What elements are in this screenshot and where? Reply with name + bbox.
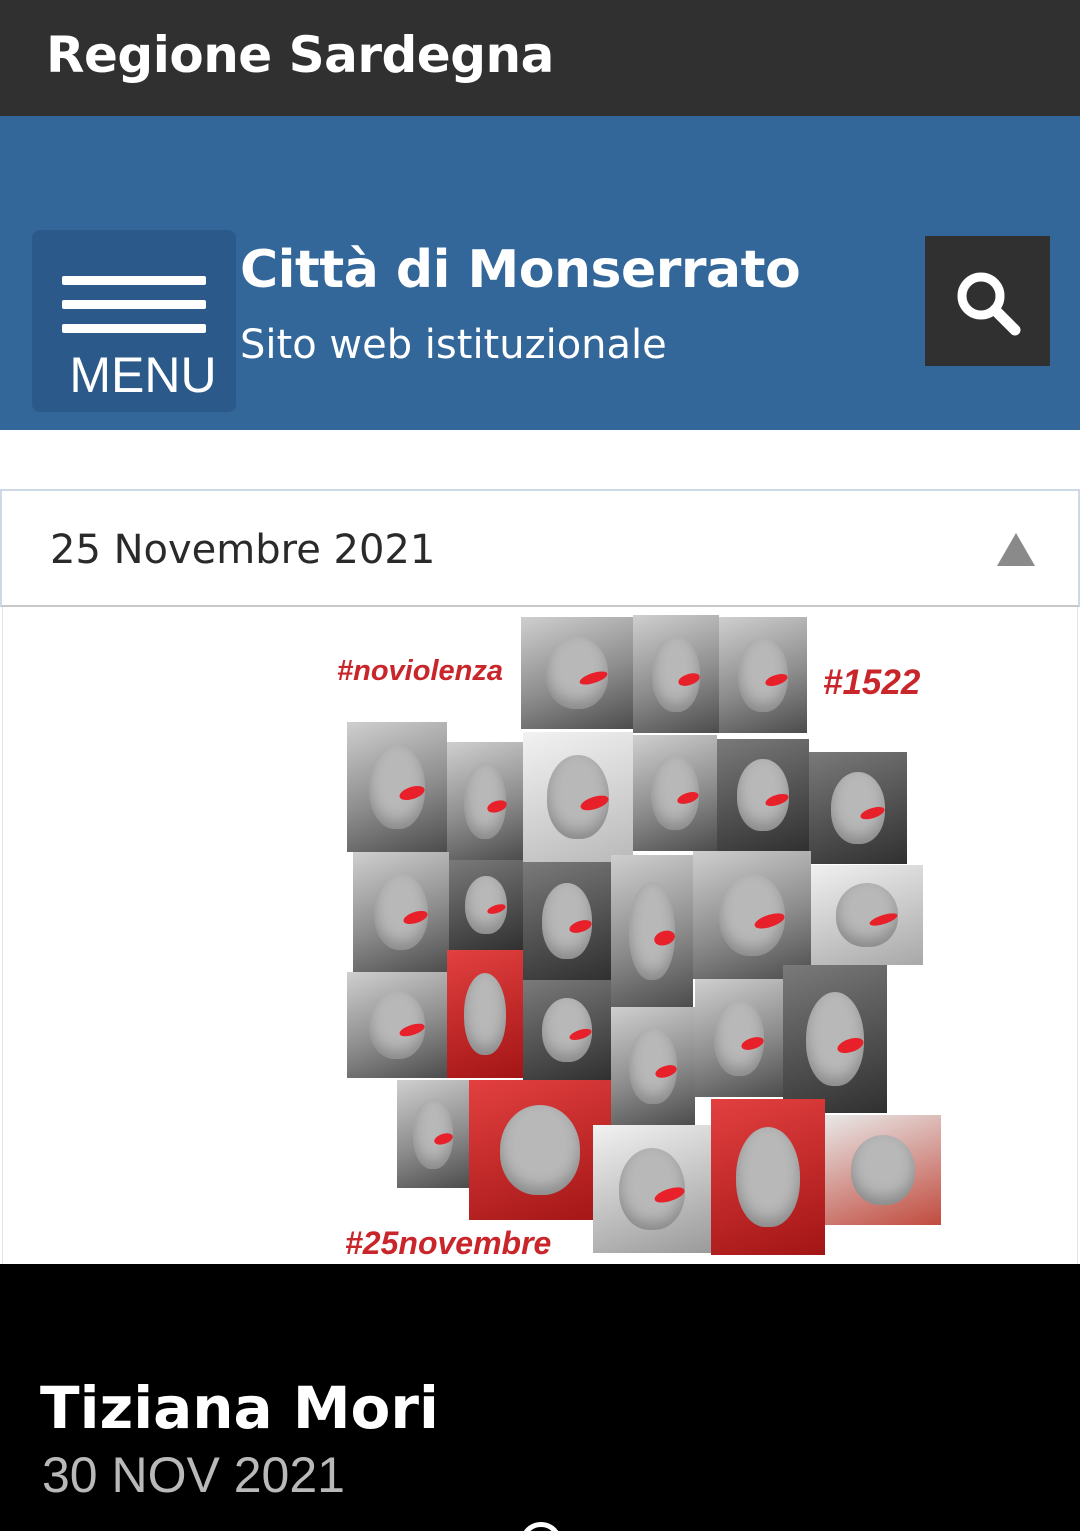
site-title[interactable]: Città di Monserrato: [240, 240, 801, 300]
hamburger-icon-line: [62, 324, 206, 333]
collage-photo: [611, 855, 693, 1007]
top-bar: Regione Sardegna: [0, 0, 1080, 116]
collage-photo: [523, 732, 633, 862]
collage-photo: [633, 615, 719, 733]
menu-label: MENU: [69, 347, 217, 403]
collage-photo: [717, 739, 809, 851]
collage-photo: [521, 617, 633, 729]
collage-photo: [711, 1099, 825, 1255]
collage-photo: [523, 980, 611, 1080]
collage-photo: [449, 860, 523, 950]
collage-photo: [809, 752, 907, 864]
site-header: MENU Città di Monserrato Sito web istitu…: [0, 116, 1080, 430]
collage-photo: [523, 862, 611, 980]
news-author[interactable]: Tiziana Mori: [40, 1374, 439, 1442]
hamburger-icon: [62, 276, 206, 285]
news-image[interactable]: #noviolenza #1522 #25novembre: [2, 607, 1078, 1264]
hashtag-1522: #1522: [823, 663, 921, 702]
collage-photo: [693, 851, 811, 979]
region-link[interactable]: Regione Sardegna: [46, 26, 554, 84]
caret-up-icon[interactable]: [997, 533, 1035, 566]
collage-photo: [347, 722, 447, 852]
menu-button[interactable]: MENU: [32, 230, 236, 412]
hamburger-icon-line: [62, 300, 206, 309]
collage-photo: [633, 735, 717, 851]
collage-photo: [447, 742, 523, 860]
collage-photo: [611, 1007, 695, 1125]
photo-collage: #noviolenza #1522 #25novembre: [3, 607, 1077, 1264]
collage-photo: [783, 965, 887, 1113]
news-accordion-header[interactable]: 25 Novembre 2021: [0, 489, 1080, 607]
collage-photo: [695, 979, 783, 1097]
collage-photo: [447, 950, 523, 1078]
accordion-title: 25 Novembre 2021: [50, 527, 436, 573]
search-button[interactable]: [925, 236, 1050, 366]
collage-photo: [397, 1080, 469, 1188]
news-date: 30 NOV 2021: [42, 1447, 345, 1503]
site-subtitle: Sito web istituzionale: [240, 322, 667, 368]
scroll-up-icon[interactable]: [520, 1522, 562, 1531]
collage-photo: [719, 617, 807, 733]
collage-photo: [347, 972, 447, 1078]
collage-photo: [469, 1080, 611, 1220]
collage-photo: [811, 865, 923, 965]
news-item-footer: Tiziana Mori 30 NOV 2021: [0, 1264, 1080, 1531]
search-icon: [957, 272, 1021, 336]
collage-photo: [353, 852, 449, 972]
hashtag-noviolenza: #noviolenza: [337, 655, 503, 687]
collage-photo: [593, 1125, 711, 1253]
hashtag-25novembre: #25novembre: [345, 1225, 552, 1261]
collage-photo: [825, 1115, 941, 1225]
